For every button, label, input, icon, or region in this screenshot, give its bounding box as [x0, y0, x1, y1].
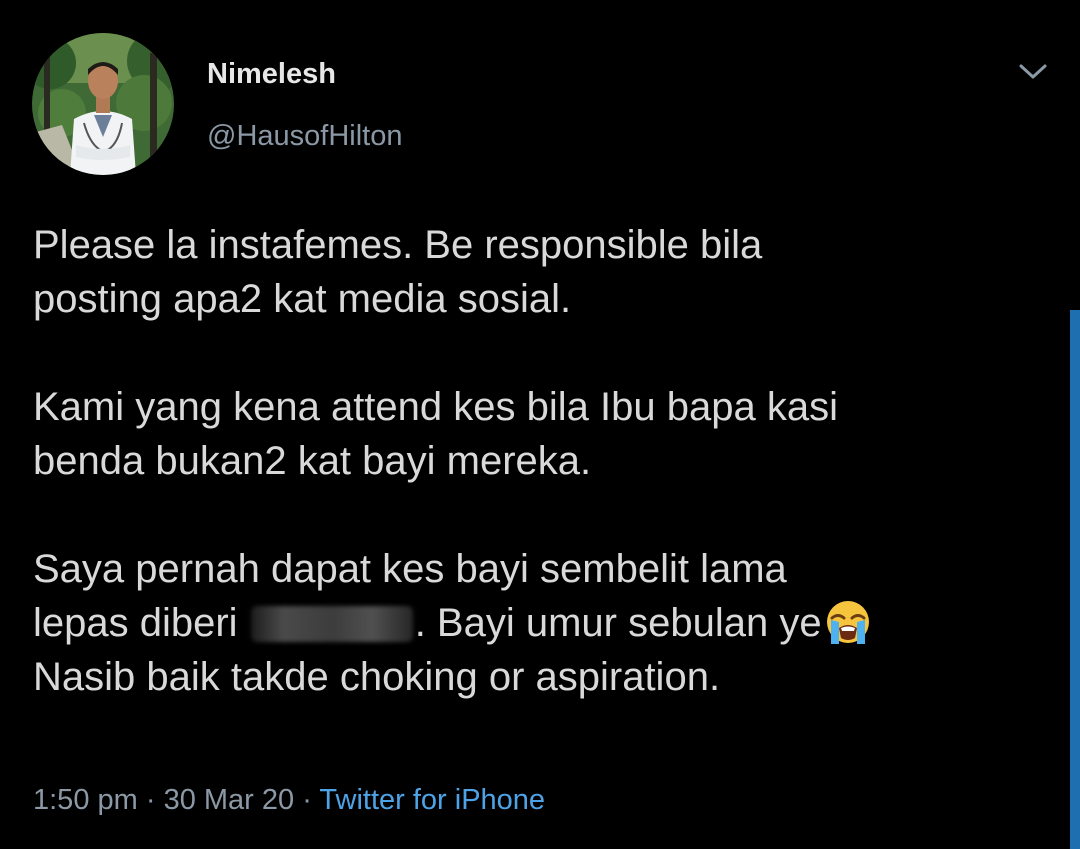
- chevron-down-icon: [1019, 64, 1047, 79]
- tweet-line: Nasib baik takde choking or aspiration.: [33, 655, 721, 699]
- scrollbar[interactable]: [1070, 310, 1080, 849]
- tweet-line: Saya pernah dapat kes bayi sembelit lama: [33, 547, 787, 591]
- author-display-name[interactable]: Nimelesh: [207, 56, 336, 92]
- tweet-line: Please la instafemes. Be responsible bil…: [33, 223, 763, 267]
- meta-separator: ·: [294, 784, 320, 816]
- tweet-line: posting apa2 kat media sosial.: [33, 277, 572, 321]
- loudly-crying-face-emoji: [822, 598, 874, 646]
- tweet-paragraph: Kami yang kena attend kes bila Ibu bapa …: [33, 380, 1043, 488]
- tweet-line: benda bukan2 kat bayi mereka.: [33, 439, 592, 483]
- tweet-date[interactable]: 30 Mar 20: [164, 784, 295, 816]
- tweet-metadata: 1:50 pm · 30 Mar 20 · Twitter for iPhone: [33, 781, 545, 819]
- tweet-line: Kami yang kena attend kes bila Ibu bapa …: [33, 385, 838, 429]
- author-avatar[interactable]: [32, 33, 174, 175]
- author-handle[interactable]: @HausofHilton: [207, 118, 402, 154]
- tweet-time[interactable]: 1:50 pm: [33, 784, 138, 816]
- more-options-button[interactable]: [1010, 54, 1056, 90]
- blurred-redaction: [250, 606, 413, 642]
- tweet-text-fragment: lepas diberi: [33, 601, 238, 645]
- meta-separator: ·: [137, 784, 164, 816]
- tweet-text: Please la instafemes. Be responsible bil…: [33, 218, 1043, 704]
- tweet-paragraph: Please la instafemes. Be responsible bil…: [33, 218, 1043, 326]
- tweet-paragraph: Saya pernah dapat kes bayi sembelit lama…: [33, 542, 1043, 704]
- tweet: Nimelesh @HausofHilton Please la instafe…: [0, 0, 1080, 849]
- tweet-text-fragment: . Bayi umur sebulan ye: [414, 601, 822, 645]
- tweet-source-link[interactable]: Twitter for iPhone: [319, 784, 545, 816]
- doctor-photo-avatar: [32, 33, 174, 175]
